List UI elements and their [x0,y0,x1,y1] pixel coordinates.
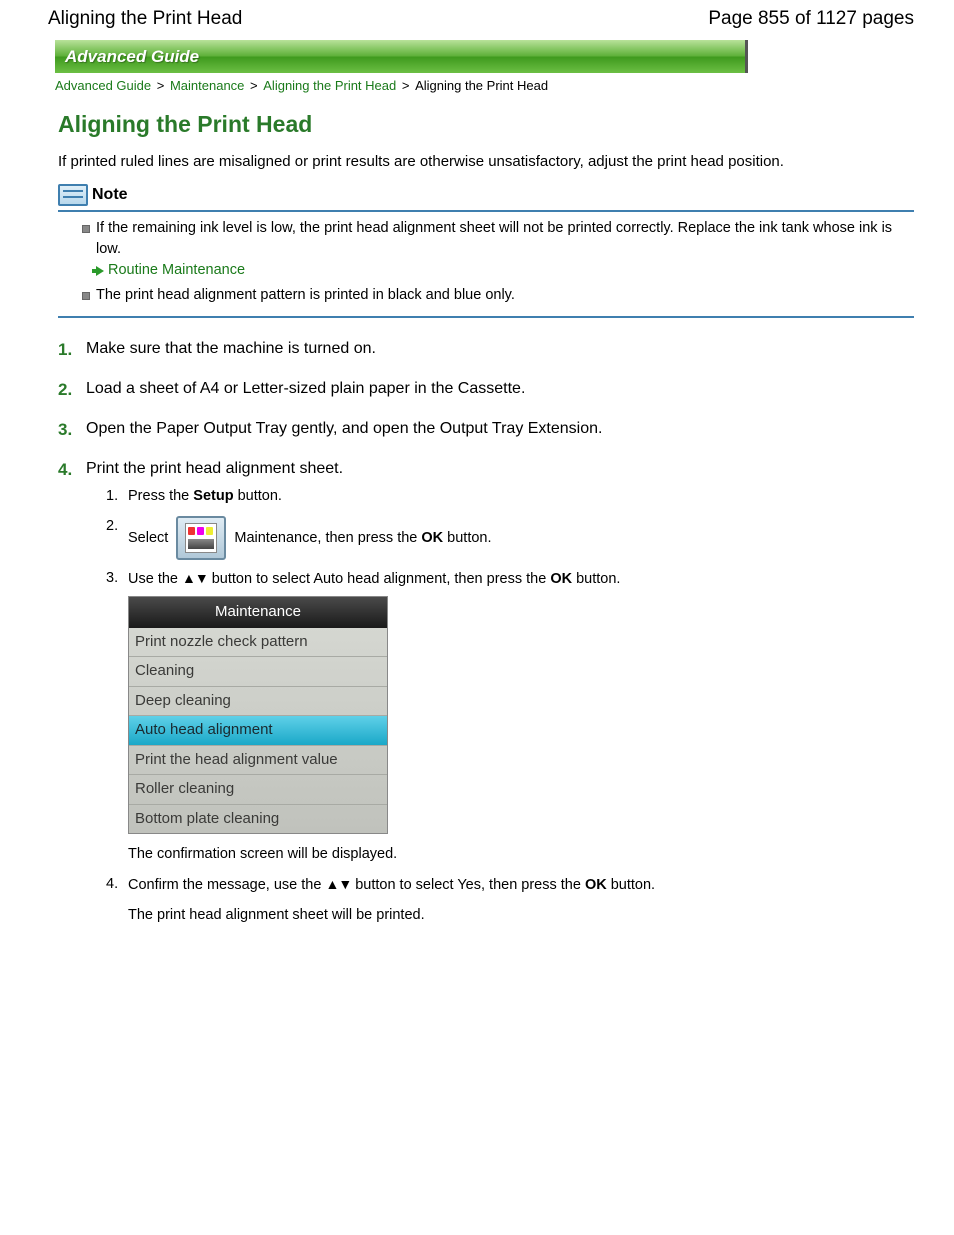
setup-button-label: Setup [193,488,233,504]
substep-4-after: The print head alignment sheet will be p… [128,905,914,927]
note-header: Note [58,184,914,206]
breadcrumb-sep: > [157,78,168,93]
steps-list: Make sure that the machine is turned on.… [58,340,914,927]
breadcrumb-l2[interactable]: Maintenance [170,78,244,93]
substep-3-after: The confirmation screen will be displaye… [128,844,914,866]
step-2: Load a sheet of A4 or Letter-sized plain… [58,380,914,398]
lcd-maintenance-menu: Maintenance Print nozzle check pattern C… [128,596,388,834]
doc-title: Aligning the Print Head [48,8,242,30]
lcd-item: Print the head alignment value [129,746,387,776]
substeps: Press the Setup button. Select Maintenan… [86,486,914,927]
up-down-arrows-icon: ▲▼ [182,570,208,586]
link-text: Routine Maintenance [108,260,245,281]
lcd-item: Cleaning [129,657,387,687]
breadcrumb-current: Aligning the Print Head [415,78,548,93]
substep-3: Use the ▲▼ button to select Auto head al… [106,568,914,867]
lcd-item: Print nozzle check pattern [129,628,387,658]
lcd-item: Bottom plate cleaning [129,805,387,834]
lcd-item: Roller cleaning [129,775,387,805]
page-indicator: Page 855 of 1127 pages [708,8,914,30]
note-icon [58,184,88,206]
page-title: Aligning the Print Head [58,111,914,138]
breadcrumb-sep: > [402,78,413,93]
lcd-item-selected: Auto head alignment [129,716,387,746]
step-4: Print the print head alignment sheet. Pr… [58,460,914,927]
arrow-icon [96,266,104,276]
substep-1: Press the Setup button. [106,486,914,508]
lcd-title: Maintenance [129,597,387,628]
substep-2: Select Maintenance, then press the OK bu… [106,516,914,560]
intro-text: If printed ruled lines are misaligned or… [58,152,914,172]
substep-4: Confirm the message, use the ▲▼ button t… [106,874,914,927]
note-item: The print head alignment pattern is prin… [82,285,914,306]
note-text: If the remaining ink level is low, the p… [96,220,892,257]
step-3: Open the Paper Output Tray gently, and o… [58,420,914,438]
page-header: Aligning the Print Head Page 855 of 1127… [0,0,954,36]
ok-button-label: OK [585,877,607,893]
lcd-item: Deep cleaning [129,687,387,717]
note-label: Note [92,186,128,204]
step-4-text: Print the print head alignment sheet. [86,460,343,477]
breadcrumb-sep: > [250,78,261,93]
ok-button-label: OK [550,571,572,587]
note-block: If the remaining ink level is low, the p… [58,210,914,318]
breadcrumb: Advanced Guide > Maintenance > Aligning … [55,78,954,93]
note-item: If the remaining ink level is low, the p… [82,218,914,283]
routine-maintenance-link[interactable]: Routine Maintenance [96,260,245,281]
content-area: Aligning the Print Head If printed ruled… [58,111,914,927]
breadcrumb-l1[interactable]: Advanced Guide [55,78,151,93]
step-1: Make sure that the machine is turned on. [58,340,914,358]
breadcrumb-l3[interactable]: Aligning the Print Head [263,78,396,93]
ok-button-label: OK [421,529,443,545]
guide-banner: Advanced Guide [55,40,748,73]
up-down-arrows-icon: ▲▼ [325,876,351,892]
maintenance-icon [176,516,226,560]
banner-text: Advanced Guide [55,47,199,67]
